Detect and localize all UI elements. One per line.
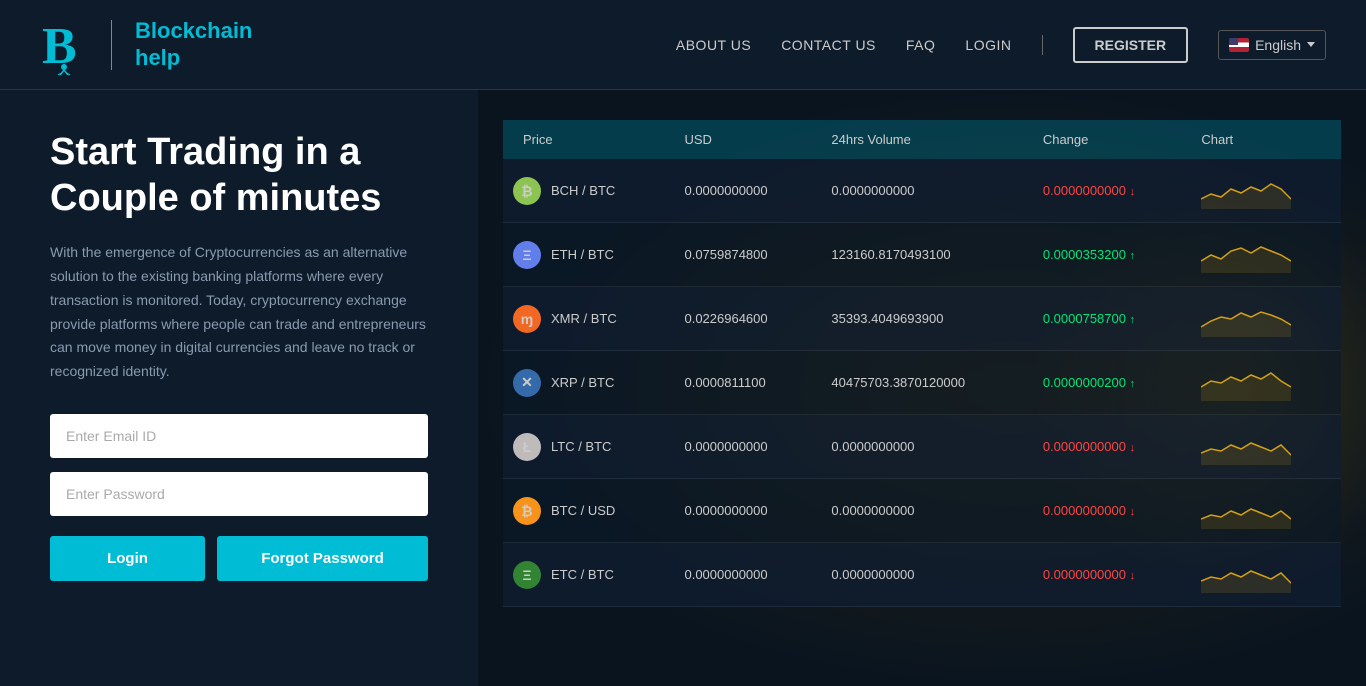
action-buttons: Login Forgot Password: [50, 536, 428, 581]
email-input[interactable]: [50, 414, 428, 458]
chart-cell-0: [1185, 159, 1341, 223]
nav-divider: [1042, 35, 1043, 55]
pair-cell-2: ɱ XMR / BTC: [503, 287, 668, 351]
logo-divider: [111, 20, 112, 70]
volume-cell-3: 40475703.3870120000: [815, 351, 1026, 415]
logo[interactable]: B Blockchain help: [40, 15, 252, 75]
change-cell-5: 0.0000000000 ↓: [1027, 479, 1186, 543]
pair-cell-4: Ł LTC / BTC: [503, 415, 668, 479]
mini-chart-2: [1201, 297, 1291, 337]
pair-label-3: XRP / BTC: [551, 375, 614, 390]
main-content: Start Trading in a Couple of minutes Wit…: [0, 90, 1366, 686]
mini-chart-3: [1201, 361, 1291, 401]
table-row[interactable]: ✕ XRP / BTC 0.0000811100 40475703.387012…: [503, 351, 1341, 415]
mini-chart-0: [1201, 169, 1291, 209]
change-cell-6: 0.0000000000 ↓: [1027, 543, 1186, 607]
table-row[interactable]: Ξ ETH / BTC 0.0759874800 123160.81704931…: [503, 223, 1341, 287]
coin-icon-bch: ₿: [513, 177, 541, 205]
mini-chart-4: [1201, 425, 1291, 465]
pair-label-0: BCH / BTC: [551, 183, 615, 198]
volume-cell-1: 123160.8170493100: [815, 223, 1026, 287]
chart-cell-1: [1185, 223, 1341, 287]
col-usd: USD: [668, 120, 815, 159]
crypto-table: Price USD 24hrs Volume Change Chart ₿ BC…: [503, 120, 1341, 607]
volume-cell-6: 0.0000000000: [815, 543, 1026, 607]
pair-label-6: ETC / BTC: [551, 567, 614, 582]
nav: ABOUT US CONTACT US FAQ LOGIN REGISTER E…: [676, 27, 1326, 63]
col-chart: Chart: [1185, 120, 1341, 159]
nav-contact[interactable]: CONTACT US: [781, 37, 876, 53]
volume-cell-4: 0.0000000000: [815, 415, 1026, 479]
chart-cell-6: [1185, 543, 1341, 607]
volume-cell-5: 0.0000000000: [815, 479, 1026, 543]
header: B Blockchain help ABOUT US CONTACT US FA…: [0, 0, 1366, 90]
mini-chart-1: [1201, 233, 1291, 273]
volume-cell-2: 35393.4049693900: [815, 287, 1026, 351]
forgot-password-button[interactable]: Forgot Password: [217, 536, 428, 581]
price-cell-6: 0.0000000000: [668, 543, 815, 607]
table-row[interactable]: ₿ BTC / USD 0.0000000000 0.0000000000 0.…: [503, 479, 1341, 543]
pair-label-1: ETH / BTC: [551, 247, 614, 262]
pair-cell-1: Ξ ETH / BTC: [503, 223, 668, 287]
table-row[interactable]: Ł LTC / BTC 0.0000000000 0.0000000000 0.…: [503, 415, 1341, 479]
chart-cell-5: [1185, 479, 1341, 543]
pair-label-4: LTC / BTC: [551, 439, 611, 454]
coin-icon-eth: Ξ: [513, 241, 541, 269]
mini-chart-5: [1201, 489, 1291, 529]
pair-cell-5: ₿ BTC / USD: [503, 479, 668, 543]
table-header-row: Price USD 24hrs Volume Change Chart: [503, 120, 1341, 159]
pair-label-5: BTC / USD: [551, 503, 615, 518]
pair-cell-0: ₿ BCH / BTC: [503, 159, 668, 223]
nav-login[interactable]: LOGIN: [965, 37, 1011, 53]
right-panel: Price USD 24hrs Volume Change Chart ₿ BC…: [478, 90, 1366, 686]
logo-text: Blockchain help: [135, 18, 252, 71]
login-button[interactable]: Login: [50, 536, 205, 581]
svg-text:B: B: [42, 18, 77, 75]
col-price: Price: [503, 120, 668, 159]
price-cell-1: 0.0759874800: [668, 223, 815, 287]
mini-chart-6: [1201, 553, 1291, 593]
hero-description: With the emergence of Cryptocurrencies a…: [50, 241, 428, 384]
table-row[interactable]: ɱ XMR / BTC 0.0226964600 35393.404969390…: [503, 287, 1341, 351]
register-button[interactable]: REGISTER: [1073, 27, 1189, 63]
logo-text-main: Blockchain: [135, 18, 252, 44]
col-change: Change: [1027, 120, 1186, 159]
coin-icon-btc: ₿: [513, 497, 541, 525]
logo-text-sub: help: [135, 45, 252, 71]
left-panel: Start Trading in a Couple of minutes Wit…: [0, 90, 478, 686]
nav-about[interactable]: ABOUT US: [676, 37, 751, 53]
language-label: English: [1255, 37, 1301, 53]
coin-icon-etc: Ξ: [513, 561, 541, 589]
chart-cell-4: [1185, 415, 1341, 479]
table-row[interactable]: Ξ ETC / BTC 0.0000000000 0.0000000000 0.…: [503, 543, 1341, 607]
pair-label-2: XMR / BTC: [551, 311, 617, 326]
chart-cell-2: [1185, 287, 1341, 351]
password-input[interactable]: [50, 472, 428, 516]
language-selector[interactable]: English: [1218, 30, 1326, 60]
coin-icon-xmr: ɱ: [513, 305, 541, 333]
chart-cell-3: [1185, 351, 1341, 415]
flag-icon: [1229, 38, 1249, 52]
change-cell-3: 0.0000000200 ↑: [1027, 351, 1186, 415]
logo-icon: B: [40, 15, 88, 75]
change-cell-0: 0.0000000000 ↓: [1027, 159, 1186, 223]
change-cell-2: 0.0000758700 ↑: [1027, 287, 1186, 351]
pair-cell-6: Ξ ETC / BTC: [503, 543, 668, 607]
price-cell-5: 0.0000000000: [668, 479, 815, 543]
nav-faq[interactable]: FAQ: [906, 37, 936, 53]
hero-title: Start Trading in a Couple of minutes: [50, 130, 428, 221]
coin-icon-ltc: Ł: [513, 433, 541, 461]
price-cell-2: 0.0226964600: [668, 287, 815, 351]
volume-cell-0: 0.0000000000: [815, 159, 1026, 223]
col-volume: 24hrs Volume: [815, 120, 1026, 159]
chevron-down-icon: [1307, 42, 1315, 47]
pair-cell-3: ✕ XRP / BTC: [503, 351, 668, 415]
coin-icon-xrp: ✕: [513, 369, 541, 397]
table-row[interactable]: ₿ BCH / BTC 0.0000000000 0.0000000000 0.…: [503, 159, 1341, 223]
price-cell-3: 0.0000811100: [668, 351, 815, 415]
change-cell-4: 0.0000000000 ↓: [1027, 415, 1186, 479]
price-cell-0: 0.0000000000: [668, 159, 815, 223]
change-cell-1: 0.0000353200 ↑: [1027, 223, 1186, 287]
price-cell-4: 0.0000000000: [668, 415, 815, 479]
